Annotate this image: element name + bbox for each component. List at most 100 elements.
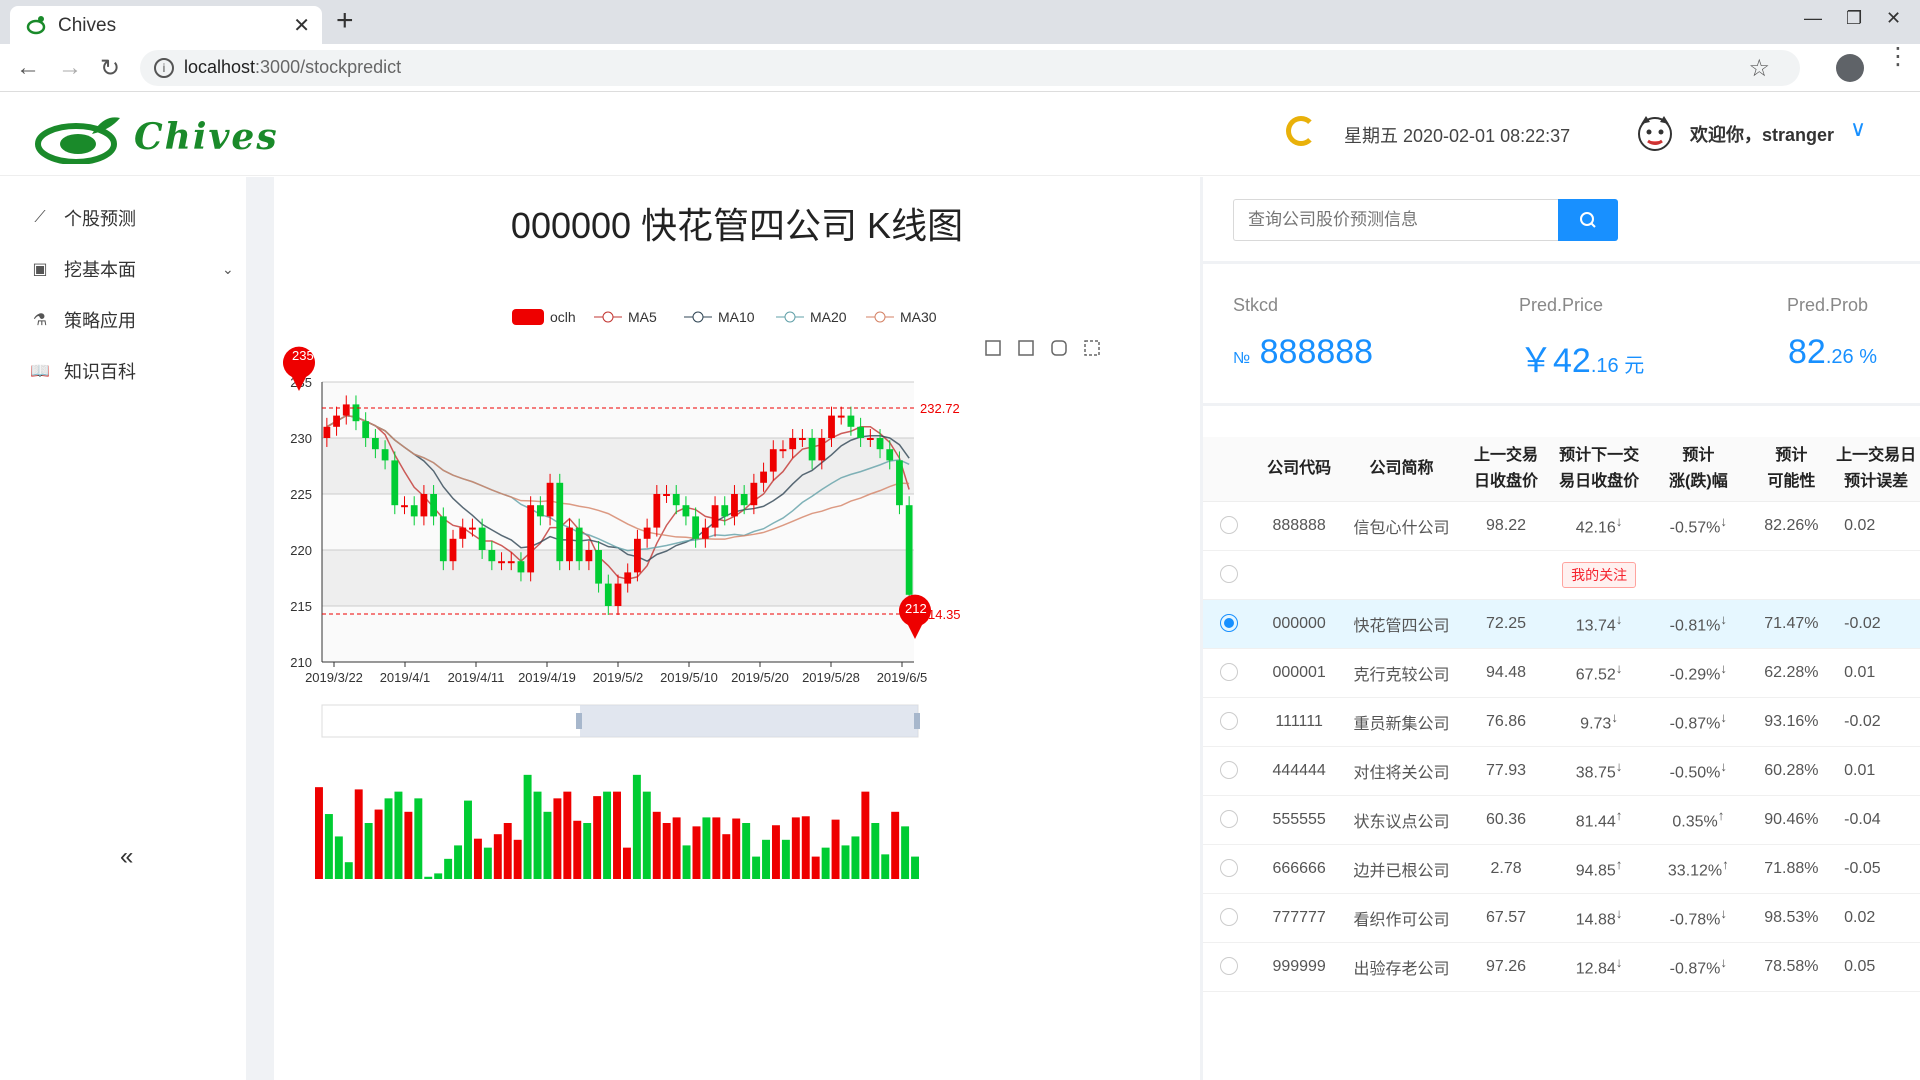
close-tab-icon[interactable]: ✕ [293,13,310,38]
volume-bar [493,834,502,879]
browser-tab[interactable]: Chives ✕ [10,6,322,44]
row-radio[interactable] [1220,663,1239,682]
table-header-code[interactable]: 公司代码 [1255,437,1344,502]
candle [721,505,729,517]
table-row[interactable]: 000001 克行克较公司 94.48 67.52↓ -0.29%↓ 62.28% 0.01 [1203,648,1920,698]
new-tab-icon[interactable]: + [336,6,354,36]
cell-name: 重员新集公司 [1343,697,1461,747]
legend-ma5[interactable]: MA5 [628,309,657,325]
candle [701,527,709,539]
legend-ma10[interactable]: MA10 [718,309,755,325]
row-radio[interactable] [1220,712,1239,731]
row-radio[interactable] [1220,516,1239,535]
row-radio[interactable] [1220,614,1239,633]
sidebar-item-fundamentals[interactable]: ▣ 挖基本面 [30,254,136,284]
candle [789,438,797,450]
restore-icon[interactable]: ❐ [1846,8,1862,29]
table-header-name[interactable]: 公司简称 [1343,437,1461,502]
cell-pred-change: -0.29%↓ [1646,648,1751,698]
row-select-cell[interactable] [1203,501,1256,551]
row-radio[interactable] [1220,957,1239,976]
forward-icon[interactable]: → [58,54,82,82]
table-row[interactable]: 555555 状东议点公司 60.36 81.44↑ 0.35%↑ 90.46% -0.04 [1203,795,1920,845]
sidebar-item-label: 知识百科 [64,362,136,382]
row-radio[interactable] [1220,565,1239,584]
row-select-cell[interactable] [1203,648,1256,698]
sidebar-item-stock-predict[interactable]: ⟋ 个股预测 [30,203,136,233]
volume-bar [563,791,572,879]
table-row[interactable]: 999999 出验存老公司 97.26 12.84↓ -0.87%↓ 78.58% 0.05 [1203,942,1920,992]
candle [760,471,767,483]
row-radio[interactable] [1220,761,1239,780]
arrow-icon: ↑ [1717,807,1725,823]
row-select-cell[interactable] [1203,550,1256,600]
chives-logo-icon[interactable] [34,112,128,164]
chevron-down-icon[interactable]: ⌄ [222,261,234,278]
restore-icon[interactable] [1051,340,1067,356]
candle [808,438,816,461]
table-row[interactable]: 111111 重员新集公司 76.86 9.73↓ -0.87%↓ 93.16% -0.02 [1203,697,1920,747]
candle [837,415,845,418]
table-header-pred-change[interactable]: 预计 涨(跌)幅 [1646,437,1751,502]
candle [866,438,874,440]
table-row[interactable]: 666666 边并已根公司 2.78 94.85↑ 33.12%↑ 71.88% -0.05 [1203,844,1920,894]
chart-legend[interactable]: oclh MA5 MA10 MA20 MA30 [512,309,937,325]
y-tick-label: 230 [290,431,312,446]
datazoom-handle-right[interactable] [914,713,920,729]
divider [1203,261,1920,264]
back-icon[interactable]: ← [16,54,40,82]
reload-icon[interactable]: ↻ [100,54,120,83]
legend-ma20[interactable]: MA20 [810,309,847,325]
site-info-icon[interactable]: i [154,58,174,78]
profile-icon[interactable] [1836,54,1864,82]
chevron-down-icon[interactable]: ∨ [1850,116,1866,142]
search-button[interactable] [1558,199,1618,241]
table-row[interactable]: 888888 信包心什公司 98.22 42.16↓ -0.57%↓ 82.26% 0.02 [1203,501,1920,551]
row-select-cell[interactable] [1203,599,1256,649]
datazoom-handle-left[interactable] [576,713,582,729]
zoom-reset-icon[interactable] [1018,340,1034,356]
volume-bar [652,811,661,879]
browser-menu-icon[interactable]: ⋮ [1886,45,1910,69]
volume-bar [603,791,612,879]
volume-bar [344,862,353,879]
avatar[interactable] [1634,112,1676,154]
table-row[interactable]: 444444 对住将关公司 77.93 38.75↓ -0.50%↓ 60.28% 0.01 [1203,746,1920,796]
row-select-cell[interactable] [1203,795,1256,845]
row-select-cell[interactable] [1203,893,1256,943]
row-radio[interactable] [1220,810,1239,829]
zoom-icon[interactable] [985,340,1001,356]
minimize-icon[interactable]: — [1804,8,1822,29]
table-header-error[interactable]: 上一交易日 预计误差 [1832,437,1920,502]
gutter [260,177,274,1080]
legend-oclh[interactable]: oclh [550,309,576,325]
row-select-cell[interactable] [1203,697,1256,747]
legend-ma30[interactable]: MA30 [900,309,937,325]
datazoom-slider[interactable] [321,704,920,738]
sidebar-item-wiki[interactable]: 📖 知识百科 [30,356,136,386]
row-select-cell[interactable] [1203,844,1256,894]
row-select-cell[interactable] [1203,942,1256,992]
kline-chart[interactable]: oclh MA5 MA10 MA20 MA30 210 215 220 225 230 2… [274,247,1200,967]
watch-tag[interactable]: 我的关注 [1562,561,1637,588]
row-radio[interactable] [1220,908,1239,927]
close-window-icon[interactable]: ✕ [1886,8,1901,29]
welcome-text[interactable]: 欢迎你，stranger [1690,121,1834,147]
cell-error: 0.01 [1832,746,1920,796]
collapse-sidebar-icon[interactable]: « [120,843,133,871]
download-icon[interactable] [1084,340,1100,356]
url-field[interactable]: i localhost:3000/stockpredict ☆ [140,50,1800,86]
cell-name: 状东议点公司 [1343,795,1461,845]
table-row[interactable]: 777777 看织作可公司 67.57 14.88↓ -0.78%↓ 98.53% 0.02 [1203,893,1920,943]
table-row[interactable]: 000000 快花管四公司 72.25 13.74↓ -0.81%↓ 71.47% -0.0… [1203,599,1920,649]
table-header-last-close[interactable]: 上一交易 日收盘价 [1460,437,1553,502]
datazoom-window[interactable] [580,705,918,737]
table-header-prob[interactable]: 预计 可能性 [1750,437,1833,502]
table-header-pred-close[interactable]: 预计下一交 易日收盘价 [1552,437,1647,502]
row-select-cell[interactable] [1203,746,1256,796]
search-input[interactable] [1233,199,1558,241]
bookmark-star-icon[interactable]: ☆ [1748,54,1770,83]
sidebar-item-strategy[interactable]: ⚗ 策略应用 [30,305,136,335]
candle [769,449,777,472]
row-radio[interactable] [1220,859,1239,878]
